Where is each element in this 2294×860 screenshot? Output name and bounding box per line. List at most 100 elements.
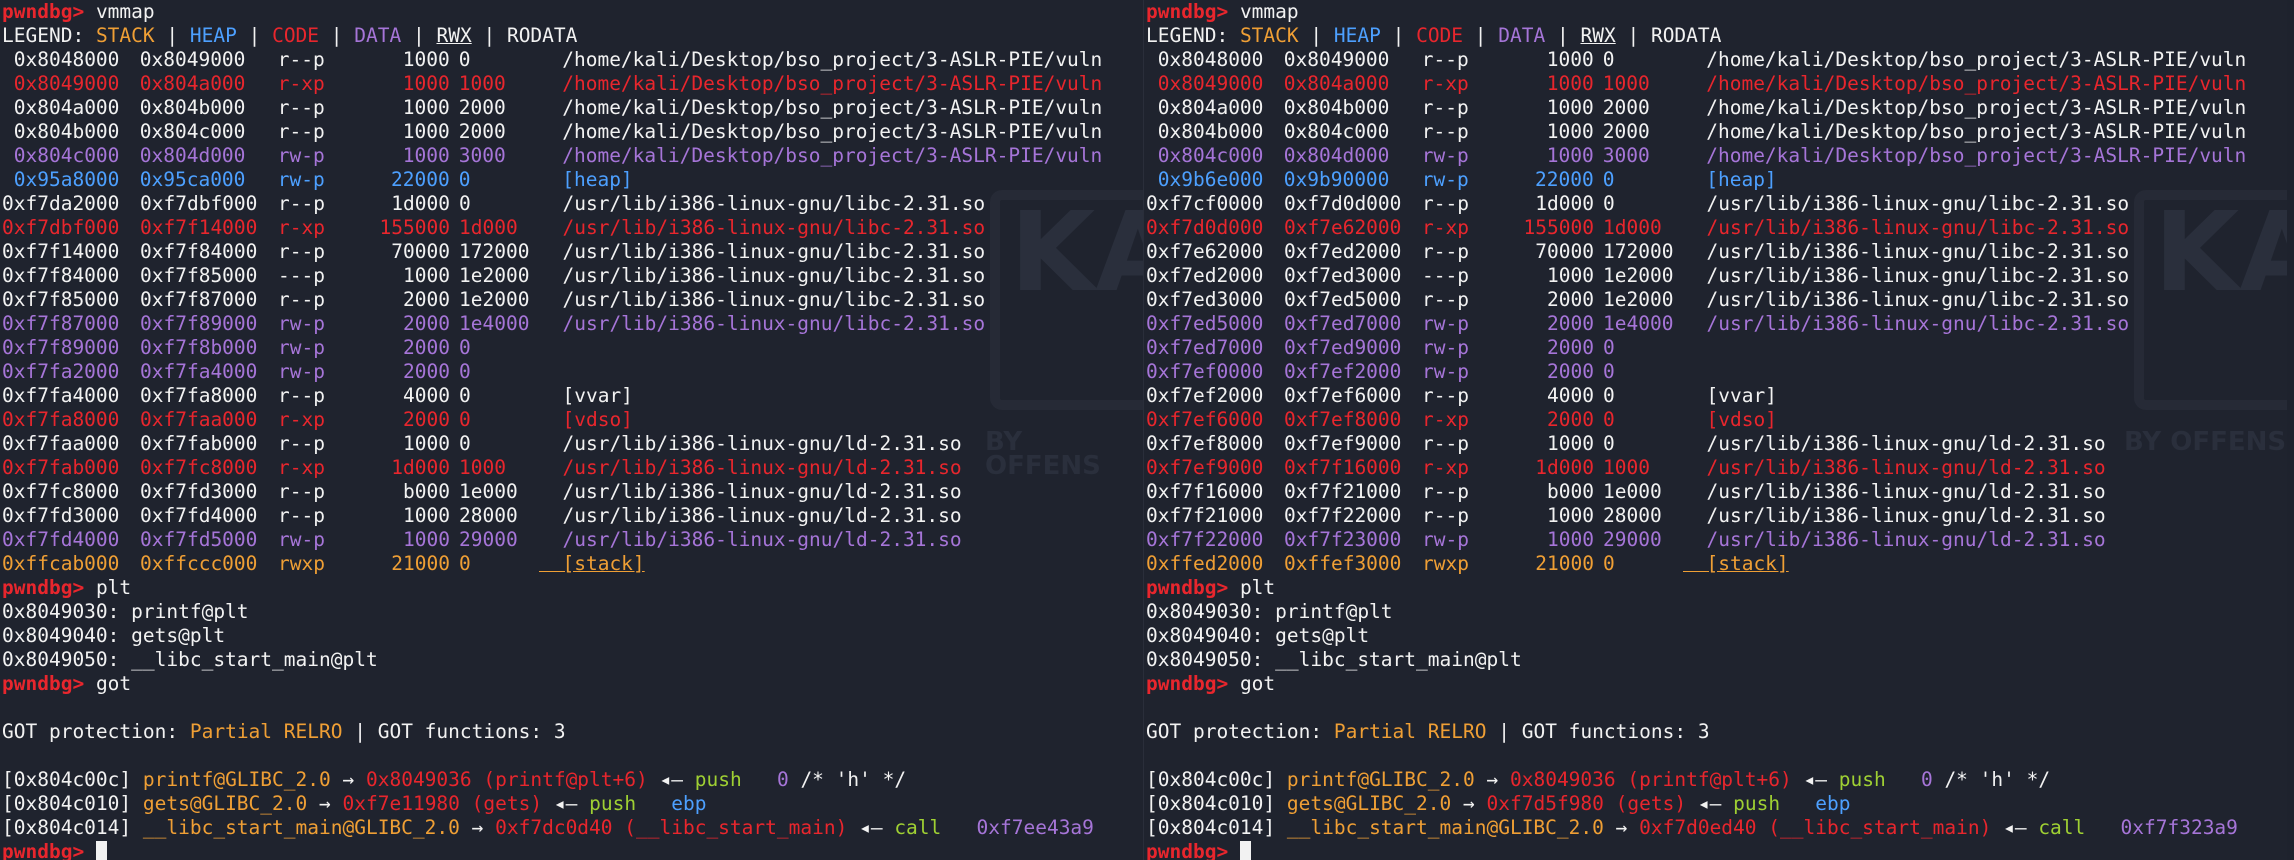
- map-end: 0x804d000: [139, 144, 246, 167]
- map-end: 0x8049000: [139, 48, 246, 71]
- map-start: 0xffcab000: [2, 552, 120, 575]
- map-start: 0xf7ed7000: [1146, 336, 1264, 359]
- map-path: /usr/lib/i386-linux-gnu/libc-2.31.so: [1706, 312, 2130, 335]
- got-symbol: __libc_start_main@GLIBC_2.0: [1286, 816, 1604, 839]
- legend-label: LEGEND:: [1146, 24, 1229, 47]
- map-start: 0x804b000: [1157, 120, 1264, 143]
- vmmap-row: 0xf7e62000 0xf7ed2000 r--p 70000 172000 /usr…: [1146, 240, 2287, 264]
- map-perm: r--p: [278, 480, 325, 503]
- got-entry: [0x804c010] gets@GLIBC_2.0 → 0xf7e11980 …: [2, 792, 1143, 816]
- got-entry: [0x804c00c] printf@GLIBC_2.0 → 0x8049036…: [2, 768, 1143, 792]
- legend-separator: |: [1615, 24, 1651, 47]
- map-perm: r--p: [1421, 96, 1469, 119]
- legend-heap: HEAP: [189, 24, 237, 47]
- got-target: 0x8049036 (printf@plt+6): [365, 768, 648, 791]
- got-target: 0xf7d0ed40 (__libc_start_main): [1639, 816, 1992, 839]
- terminal-cursor[interactable]: [95, 841, 107, 860]
- map-offset: 1d000: [1603, 216, 1662, 239]
- map-offset: 1000: [458, 72, 506, 95]
- map-size: 22000: [1535, 168, 1594, 191]
- got-instruction: push: [694, 768, 742, 791]
- map-offset: 1000: [1602, 72, 1650, 95]
- got-instruction: push: [589, 792, 637, 815]
- got-comment: /* 'h' */: [1944, 768, 2051, 791]
- map-end: 0xf7f16000: [1284, 456, 1402, 479]
- map-path: /usr/lib/i386-linux-gnu/ld-2.31.so: [1706, 528, 2106, 551]
- map-path: /usr/lib/i386-linux-gnu/libc-2.31.so: [562, 264, 986, 287]
- vmmap-row: 0x8048000 0x8049000 r--p 1000 0 /home/kali/D…: [1146, 48, 2287, 72]
- map-offset: 0: [459, 384, 471, 407]
- plt-entry: 0x8049040: gets@plt: [1146, 624, 1370, 647]
- map-perm: r--p: [1422, 288, 1469, 311]
- map-perm: r--p: [278, 504, 325, 527]
- left-arrow-icon: ◂—: [2003, 816, 2027, 839]
- map-perm: r-xp: [278, 456, 325, 479]
- map-path: /home/kali/Desktop/bso_project/3-ASLR-PI…: [1706, 120, 2247, 143]
- map-perm: rw-p: [1422, 312, 1469, 335]
- map-perm: r--p: [1422, 432, 1469, 455]
- vmmap-row: 0xf7dbf000 0xf7f14000 r-xp 155000 1d000 /usr…: [2, 216, 1143, 240]
- map-size: b000: [1547, 480, 1594, 503]
- terminal-pane-right[interactable]: KA BY OFFENS pwndbg> vmmapLEGEND: STACK …: [1143, 0, 2287, 860]
- vmmap-row: 0x804b000 0x804c000 r--p 1000 2000 /home/kal…: [1146, 120, 2287, 144]
- plt-command-line: pwndbg> plt: [1146, 576, 2287, 600]
- map-perm: r-xp: [278, 216, 325, 239]
- vmmap-row: 0xf7ed7000 0xf7ed9000 rw-p 2000 0: [1146, 336, 2287, 360]
- map-end: 0xf7ef9000: [1284, 432, 1402, 455]
- vmmap-row: 0x804b000 0x804c000 r--p 1000 2000 /home/kal…: [2, 120, 1143, 144]
- map-end: 0x804a000: [1283, 72, 1390, 95]
- command-text: plt: [1239, 576, 1276, 599]
- got-symbol: __libc_start_main@GLIBC_2.0: [142, 816, 460, 839]
- command-text: vmmap: [95, 0, 155, 23]
- vmmap-row: 0xf7ef2000 0xf7ef6000 r--p 4000 0 [vvar]: [1146, 384, 2287, 408]
- vmmap-row: 0xf7f16000 0xf7f21000 r--p b000 1e000 /usr/l…: [1146, 480, 2287, 504]
- map-size: 1d000: [391, 192, 450, 215]
- map-end: 0xf7dbf000: [140, 192, 258, 215]
- map-start: 0x804a000: [13, 96, 120, 119]
- command-text: got: [95, 672, 132, 695]
- map-start: 0x8048000: [1157, 48, 1264, 71]
- vmmap-row: 0xf7fd3000 0xf7fd4000 r--p 1000 28000 /usr/l…: [2, 504, 1143, 528]
- map-size: 1000: [402, 144, 450, 167]
- plt-entry: 0x8049050: __libc_start_main@plt: [2, 648, 378, 671]
- map-start: 0xf7ef9000: [1146, 456, 1264, 479]
- map-size: 1000: [1546, 72, 1594, 95]
- pwndbg-prompt: pwndbg>: [2, 840, 85, 860]
- got-instruction: call: [894, 816, 942, 839]
- got-operand: 0xf7f323a9: [2120, 816, 2238, 839]
- map-end: 0xf7ed3000: [1284, 264, 1402, 287]
- map-perm: rw-p: [1422, 336, 1469, 359]
- map-end: 0xf7ed5000: [1284, 288, 1402, 311]
- map-start: 0xf7f22000: [1146, 528, 1264, 551]
- got-instruction: push: [1733, 792, 1781, 815]
- map-offset: 0: [1603, 384, 1615, 407]
- terminal-cursor[interactable]: [1239, 841, 1251, 860]
- legend-rwx: RWX: [1580, 24, 1616, 47]
- terminal-pane-left[interactable]: KA BY OFFENS pwndbg> vmmap LEGEND: STACK …: [0, 0, 1143, 860]
- vmmap-row: 0x8049000 0x804a000 r-xp 1000 1000 /home/kal…: [1146, 72, 2287, 96]
- map-end: 0xf7f14000: [140, 216, 258, 239]
- map-end: 0xf7ef2000: [1284, 360, 1402, 383]
- map-start: 0xf7f87000: [2, 312, 120, 335]
- map-end: 0xf7fd5000: [140, 528, 258, 551]
- got-operand: 0: [1920, 768, 1933, 791]
- got-protection-value: Partial RELRO: [1333, 720, 1487, 743]
- map-offset: 29000: [1603, 528, 1662, 551]
- map-size: 1000: [402, 96, 450, 119]
- map-end: 0xf7f22000: [1284, 504, 1402, 527]
- separator: |: [1486, 720, 1522, 743]
- map-start: 0xf7d0d000: [1146, 216, 1264, 239]
- got-address: [0x804c00c]: [2, 768, 132, 791]
- left-arrow-icon: ◂—: [1697, 792, 1722, 815]
- map-path: /usr/lib/i386-linux-gnu/libc-2.31.so: [562, 240, 986, 263]
- map-size: 2000: [1547, 312, 1594, 335]
- vmmap-row: 0xf7faa000 0xf7fab000 r--p 1000 0 /usr/lib/i…: [2, 432, 1143, 456]
- vmmap-row: 0xf7f22000 0xf7f23000 rw-p 1000 29000 /usr/l…: [1146, 528, 2287, 552]
- map-start: 0x9b6e000: [1157, 168, 1264, 191]
- terminal-output: pwndbg> vmmap LEGEND: STACK | HEAP | CODE…: [0, 0, 1143, 860]
- map-perm: r-xp: [1422, 456, 1469, 479]
- vmmap-row: 0x9b6e000 0x9b90000 rw-p 22000 0 [heap]: [1146, 168, 2287, 192]
- map-size: 1000: [1546, 96, 1594, 119]
- got-target: 0xf7dc0d40 (__libc_start_main): [495, 816, 848, 839]
- map-offset: 3000: [458, 144, 506, 167]
